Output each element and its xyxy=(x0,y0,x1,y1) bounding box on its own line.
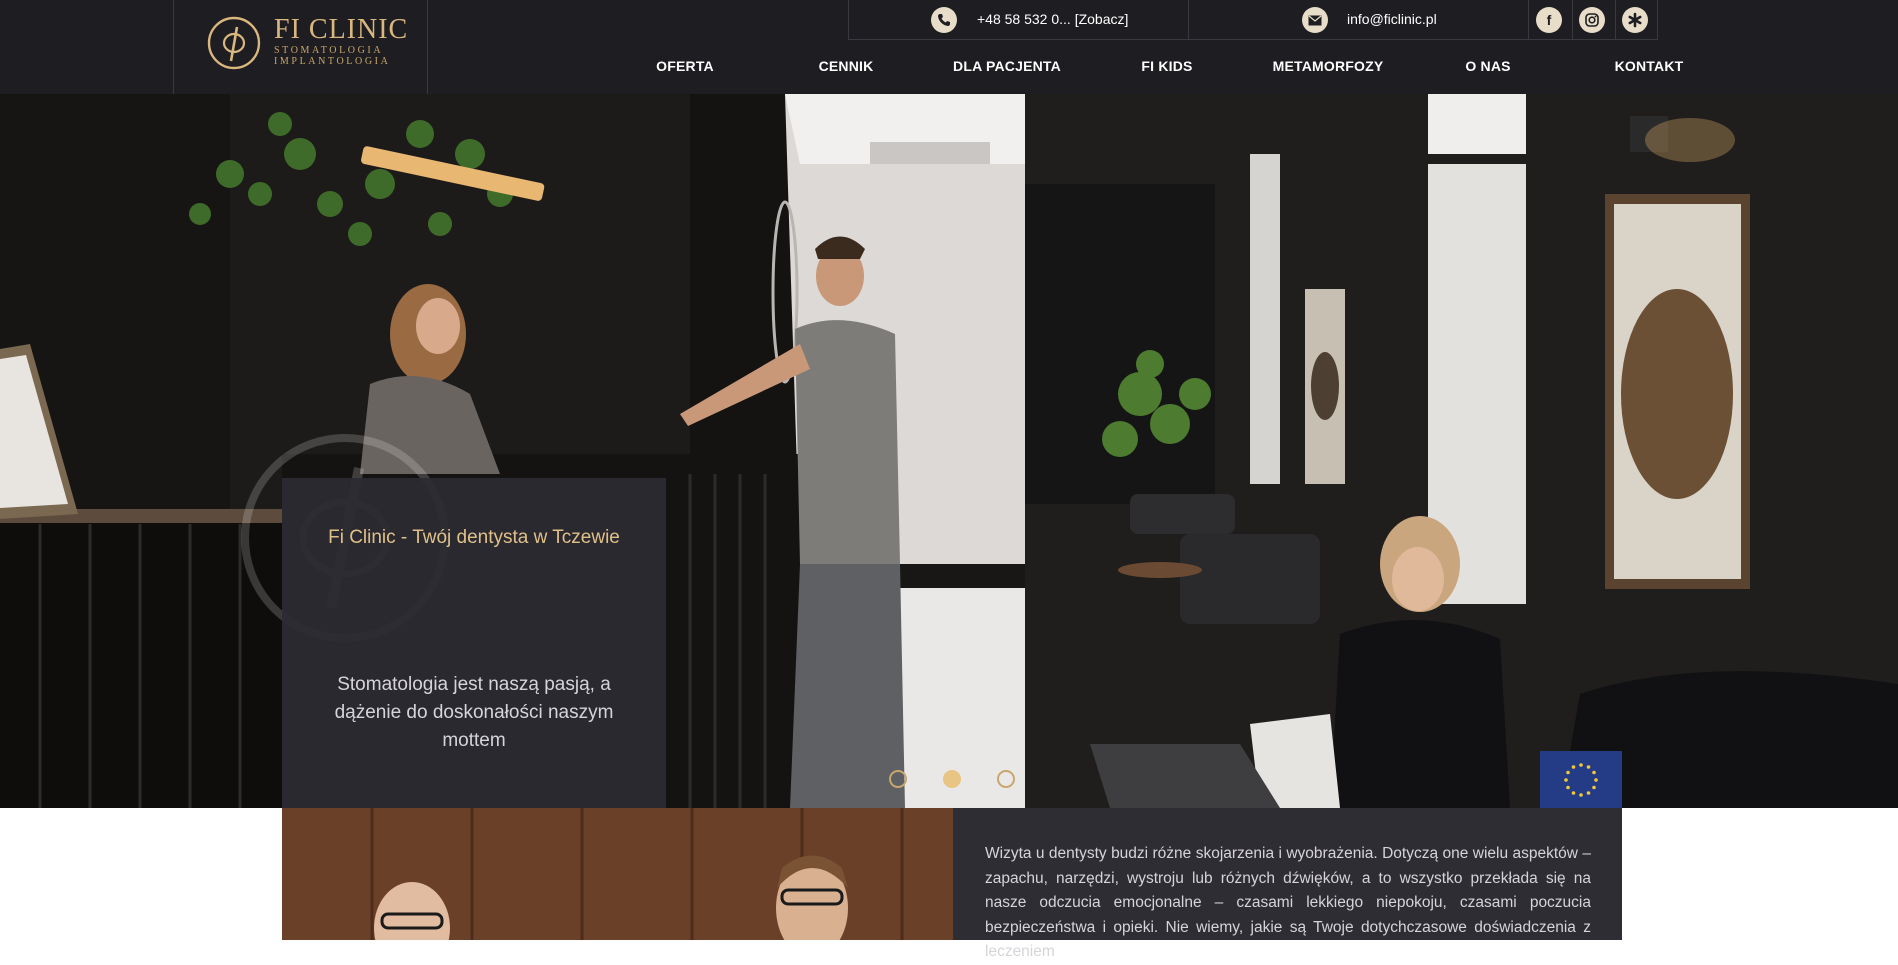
logo-subtitle-line-2: IMPLANTOLOGIA xyxy=(274,56,391,67)
site-header: FI CLINIC STOMATOLOGIA IMPLANTOLOGIA +48… xyxy=(0,0,1898,94)
logo-subtitle: STOMATOLOGIA IMPLANTOLOGIA xyxy=(274,45,390,67)
logo-title: FI CLINIC xyxy=(274,14,409,45)
slider-dot-2[interactable] xyxy=(943,770,961,788)
email-contact[interactable]: info@ficlinic.pl xyxy=(1189,0,1529,40)
main-nav: OFERTA CENNIK DLA PACJENTA FI KIDS METAM… xyxy=(600,58,1700,78)
intro-section: Wizyta u dentysty budzi różne skojarzeni… xyxy=(953,808,1622,960)
nav-fi-kids[interactable]: FI KIDS xyxy=(1141,58,1192,74)
logo[interactable]: FI CLINIC STOMATOLOGIA IMPLANTOLOGIA xyxy=(173,0,428,94)
nav-o-nas[interactable]: O NAS xyxy=(1465,58,1510,74)
nav-oferta[interactable]: OFERTA xyxy=(656,58,714,74)
contact-bar: +48 58 532 0... [Zobacz] info@ficlinic.p… xyxy=(848,0,1658,40)
divider xyxy=(1615,0,1616,40)
hero-title: Fi Clinic - Twój dentysta w Tczewie xyxy=(328,527,620,548)
hero-text: Stomatologia jest naszą pasją, a dążenie… xyxy=(334,674,614,751)
team-photo xyxy=(282,808,953,940)
logo-subtitle-line-1: STOMATOLOGIA xyxy=(274,45,384,56)
hero-caption: Fi Clinic - Twój dentysta w Tczewie Stom… xyxy=(282,478,666,808)
intro-text: Wizyta u dentysty budzi różne skojarzeni… xyxy=(985,845,1591,960)
phi-logo-icon xyxy=(207,16,261,70)
phone-icon xyxy=(931,7,957,33)
eu-flag-icon[interactable] xyxy=(1540,751,1622,808)
instagram-icon[interactable] xyxy=(1579,7,1605,33)
email-text[interactable]: info@ficlinic.pl xyxy=(1347,11,1437,27)
slider-dot-1[interactable] xyxy=(889,770,907,788)
divider xyxy=(1572,0,1573,40)
nav-cennik[interactable]: CENNIK xyxy=(819,58,874,74)
nav-metamorfozy[interactable]: METAMORFOZY xyxy=(1273,58,1384,74)
envelope-icon xyxy=(1302,7,1328,33)
nav-dla-pacjenta[interactable]: DLA PACJENTA xyxy=(953,58,1061,74)
facebook-glyph: f xyxy=(1546,12,1552,28)
nav-kontakt[interactable]: KONTAKT xyxy=(1615,58,1684,74)
phone-contact[interactable]: +48 58 532 0... [Zobacz] xyxy=(849,0,1189,40)
phone-text[interactable]: +48 58 532 0... [Zobacz] xyxy=(977,11,1128,27)
asterisk-icon[interactable] xyxy=(1622,7,1648,33)
facebook-icon[interactable]: f xyxy=(1536,7,1562,33)
slider-dot-3[interactable] xyxy=(997,770,1015,788)
